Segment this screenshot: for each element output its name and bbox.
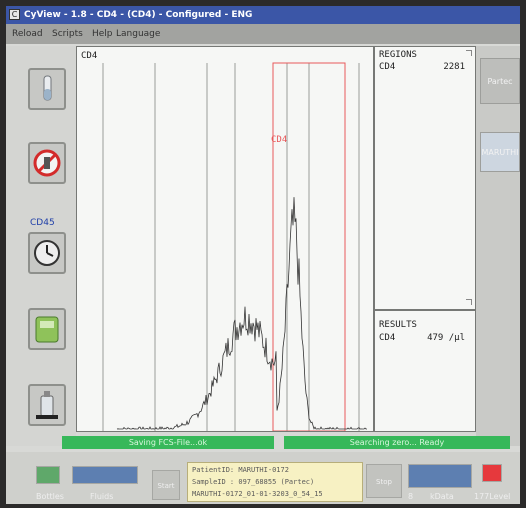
regions-resize-handle[interactable]: [466, 50, 472, 56]
gate-label: CD4: [271, 135, 288, 145]
stop-button[interactable]: Stop: [366, 464, 402, 498]
start-button[interactable]: Start: [152, 470, 180, 500]
plot-title: CD4: [81, 51, 98, 61]
fluid-bag-icon: [35, 316, 59, 343]
result-name: CD4: [379, 333, 396, 343]
kdata-label: kData: [430, 492, 454, 501]
regions-bottom-handle[interactable]: [466, 299, 472, 305]
cleaning-bottle-icon: [36, 391, 58, 419]
file-name: MARUTHI-0172_01-01-3203_0_54_15: [192, 490, 323, 498]
left-toolbar: CD45: [6, 46, 76, 446]
bottles-indicator[interactable]: [36, 466, 60, 484]
clock-icon: [34, 240, 60, 266]
menu-bar: Reload Scripts Help Language: [6, 24, 520, 44]
window-title: CyView - 1.8 - CD4 - (CD4) - Configured …: [24, 10, 253, 20]
menu-help[interactable]: Help: [92, 24, 113, 44]
patient-id: PatientID: MARUTHI-0172: [192, 466, 289, 474]
region-name: CD4: [379, 62, 396, 72]
status-left: Saving FCS-File...ok: [62, 436, 274, 449]
bottom-bar: Bottles Fluids Start PatientID: MARUTHI-…: [6, 452, 520, 504]
menu-reload[interactable]: Reload: [12, 24, 43, 44]
patient-info-box: PatientID: MARUTHI-0172 SampleID : 097_6…: [187, 462, 363, 502]
fluids-label: Fluids: [90, 492, 114, 501]
regions-title: REGIONS: [379, 50, 417, 60]
fluid-bag-button[interactable]: [28, 308, 66, 350]
no-drink-icon: [33, 149, 61, 177]
status-right: Searching zero... Ready: [284, 436, 510, 449]
partec-button[interactable]: Partec: [480, 58, 520, 104]
no-drink-button[interactable]: [28, 142, 66, 184]
fluids-indicator[interactable]: [72, 466, 138, 484]
right-panel: Partec MARUTHI: [476, 46, 520, 446]
test-tube-icon: [43, 75, 52, 101]
histogram-svg: [102, 62, 367, 431]
menu-scripts[interactable]: Scripts: [52, 24, 83, 44]
alert-indicator[interactable]: [482, 464, 502, 482]
cleaning-bottle-button[interactable]: [28, 384, 66, 426]
title-bar: C CyView - 1.8 - CD4 - (CD4) - Configure…: [6, 6, 520, 24]
clock-button[interactable]: [28, 232, 66, 274]
region-count: 2281: [443, 62, 465, 72]
level-label: 177Level: [474, 492, 511, 501]
kdata-count: 8: [408, 492, 414, 501]
sample-id: SampleID : 097_68855 (Partec): [192, 478, 315, 486]
plot-gridlines: [102, 63, 360, 431]
results-panel: RESULTS CD4 479 /µl: [374, 310, 476, 432]
bottles-label: Bottles: [36, 492, 64, 501]
results-title: RESULTS: [379, 320, 417, 330]
test-tube-button[interactable]: [28, 68, 66, 110]
app-icon[interactable]: C: [9, 9, 20, 20]
screen: C CyView - 1.8 - CD4 - (CD4) - Configure…: [6, 6, 520, 504]
result-value: 479 /µl: [427, 333, 465, 343]
cd45-label: CD45: [30, 218, 55, 228]
maruthi-tab[interactable]: MARUTHI: [480, 132, 520, 172]
menu-language[interactable]: Language: [116, 24, 160, 44]
regions-panel: REGIONS CD4 2281: [374, 46, 476, 310]
histogram-plot[interactable]: CD4 CD4: [76, 46, 374, 432]
data-progress-indicator: [408, 464, 472, 488]
